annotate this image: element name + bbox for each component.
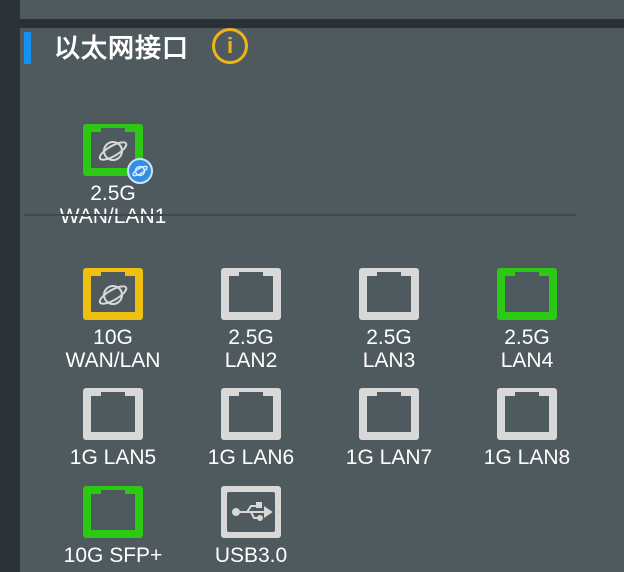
port-label: 2.5G LAN4 — [465, 326, 589, 372]
port-2-5g-lan3[interactable]: 2.5G LAN3 — [327, 268, 451, 372]
ethernet-port-icon — [221, 268, 281, 320]
port-speed: 1G LAN8 — [483, 446, 571, 469]
port-name: LAN3 — [362, 349, 416, 372]
port-name: WAN/LAN1 — [59, 205, 167, 228]
port-label: 1G LAN6 — [189, 446, 313, 469]
port-label: 10G WAN/LAN — [51, 326, 175, 372]
ethernet-port-icon — [359, 388, 419, 440]
port-usb3-0[interactable]: USB3.0 — [189, 486, 313, 567]
port-label: 1G LAN7 — [327, 446, 451, 469]
port-wan-lan1[interactable]: 2.5G WAN/LAN1 — [51, 124, 175, 228]
port-name: WAN/LAN — [65, 349, 161, 372]
port-speed: 2.5G — [504, 326, 550, 349]
port-2-5g-lan2[interactable]: 2.5G LAN2 — [189, 268, 313, 372]
port-name: LAN2 — [224, 349, 278, 372]
ethernet-port-icon — [497, 268, 557, 320]
port-speed: 1G LAN5 — [69, 446, 157, 469]
port-label: 10G SFP+ — [51, 544, 175, 567]
internet-badge-icon — [127, 158, 153, 184]
port-speed: 1G LAN6 — [207, 446, 295, 469]
usb-icon — [221, 486, 281, 538]
port-10g-sfp[interactable]: 10G SFP+ — [51, 486, 175, 567]
port-label: USB3.0 — [189, 544, 313, 567]
ethernet-port-icon — [221, 388, 281, 440]
port-10g-wan-lan[interactable]: 10G WAN/LAN — [51, 268, 175, 372]
port-speed: 1G LAN7 — [345, 446, 433, 469]
globe-icon — [83, 124, 153, 184]
port-speed: 10G — [93, 326, 133, 349]
panel-divider — [20, 19, 624, 28]
port-1g-lan7[interactable]: 1G LAN7 — [327, 388, 451, 469]
ethernet-port-icon — [83, 388, 143, 440]
ethernet-port-icon — [497, 388, 557, 440]
port-1g-lan8[interactable]: 1G LAN8 — [465, 388, 589, 469]
port-speed: 2.5G — [90, 182, 136, 205]
port-name: LAN4 — [500, 349, 554, 372]
upper-panel — [20, 0, 624, 19]
port-speed: 10G SFP+ — [63, 544, 163, 567]
ethernet-port-icon — [359, 268, 419, 320]
port-label: 2.5G LAN2 — [189, 326, 313, 372]
title-accent-bar — [24, 32, 31, 64]
port-speed: 2.5G — [228, 326, 274, 349]
port-label: 1G LAN8 — [465, 446, 589, 469]
port-1g-lan6[interactable]: 1G LAN6 — [189, 388, 313, 469]
port-label: 2.5G WAN/LAN1 — [51, 182, 175, 228]
section-title: 以太网接口 — [54, 33, 190, 63]
port-2-5g-lan4[interactable]: 2.5G LAN4 — [465, 268, 589, 372]
port-label: 2.5G LAN3 — [327, 326, 451, 372]
info-icon[interactable]: i — [212, 28, 248, 64]
sfp-port-icon — [83, 486, 143, 538]
port-label: 1G LAN5 — [51, 446, 175, 469]
port-speed: USB3.0 — [214, 544, 288, 567]
port-speed: 2.5G — [366, 326, 412, 349]
globe-icon — [83, 268, 143, 320]
port-1g-lan5[interactable]: 1G LAN5 — [51, 388, 175, 469]
section-separator — [24, 214, 576, 216]
